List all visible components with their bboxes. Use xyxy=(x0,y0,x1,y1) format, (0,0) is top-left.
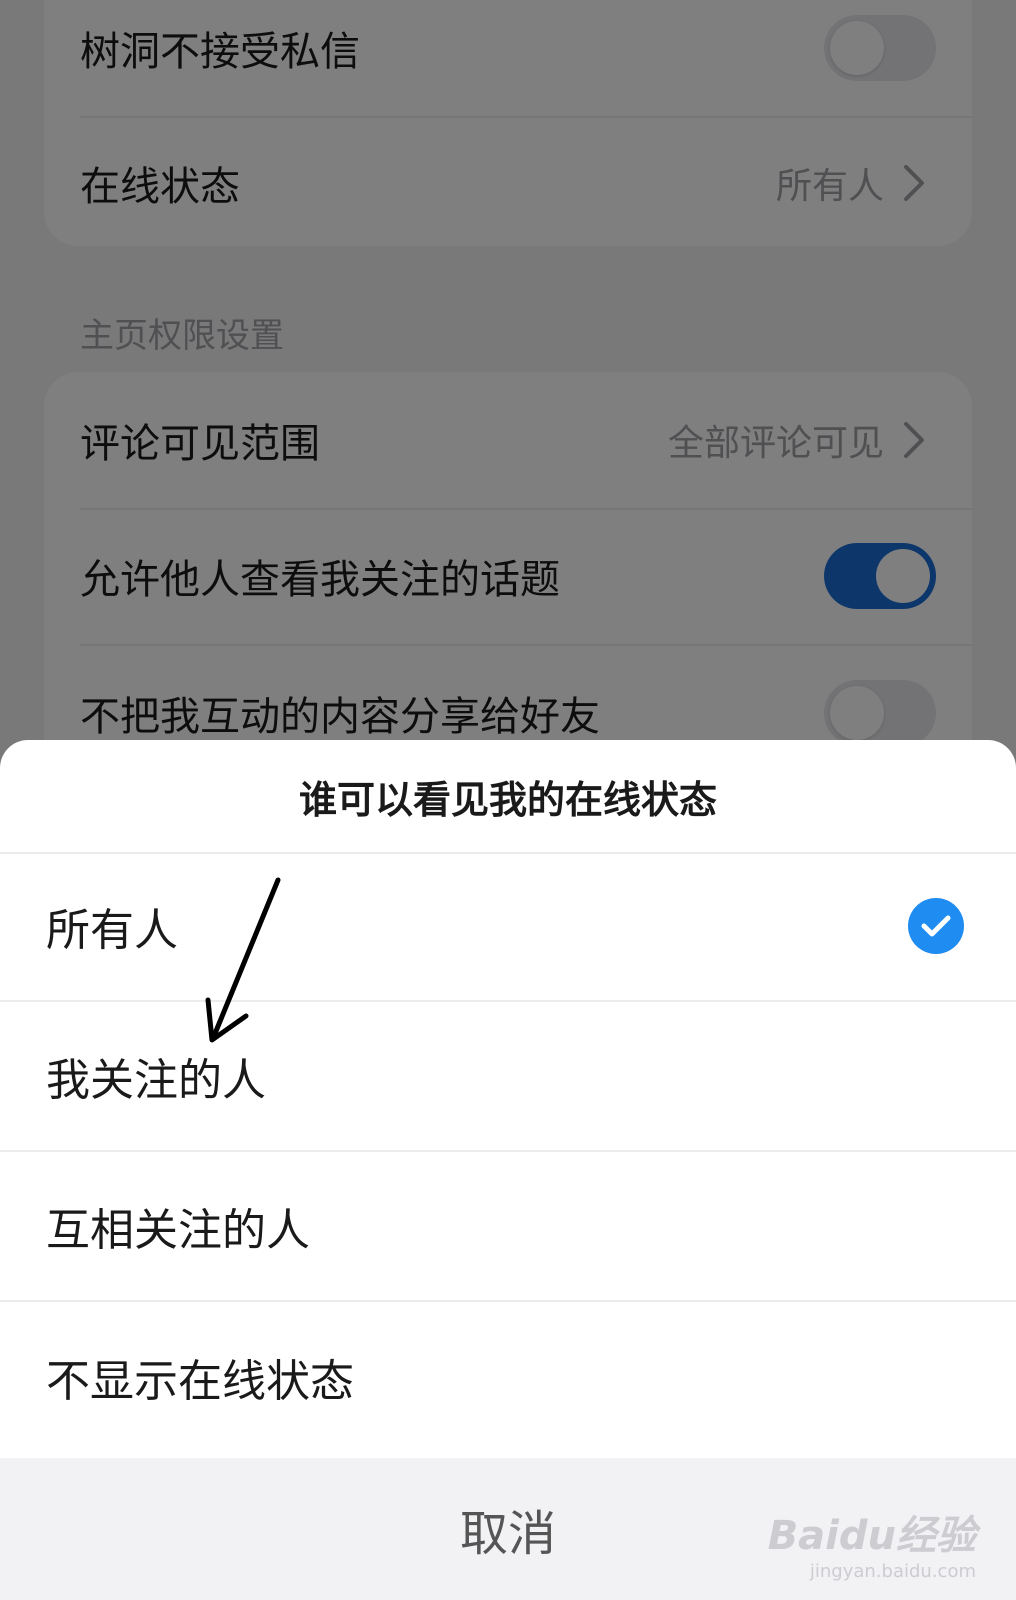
cancel-button[interactable]: 取消 xyxy=(460,1494,556,1564)
option-label: 不显示在线状态 xyxy=(46,1356,354,1407)
option-hide-status[interactable]: 不显示在线状态 xyxy=(0,1302,1016,1452)
watermark: Baidu经验 jingyan.baidu.com xyxy=(768,1503,976,1582)
option-everyone[interactable]: 所有人 xyxy=(0,852,1016,1002)
online-status-sheet: 谁可以看见我的在线状态 所有人 我关注的人 互相关注的人 不显示在线状态 取消 xyxy=(0,740,1016,1600)
option-label: 我关注的人 xyxy=(46,1055,266,1106)
sheet-title: 谁可以看见我的在线状态 xyxy=(0,740,1016,854)
option-mutual-follow[interactable]: 互相关注的人 xyxy=(0,1152,1016,1302)
watermark-logo: Baidu经验 xyxy=(767,1513,976,1559)
option-following[interactable]: 我关注的人 xyxy=(0,1002,1016,1152)
option-label: 互相关注的人 xyxy=(46,1205,310,1256)
checkmark-icon xyxy=(908,898,964,954)
option-label: 所有人 xyxy=(46,905,178,956)
watermark-url: jingyan.baidu.com xyxy=(809,1561,976,1582)
